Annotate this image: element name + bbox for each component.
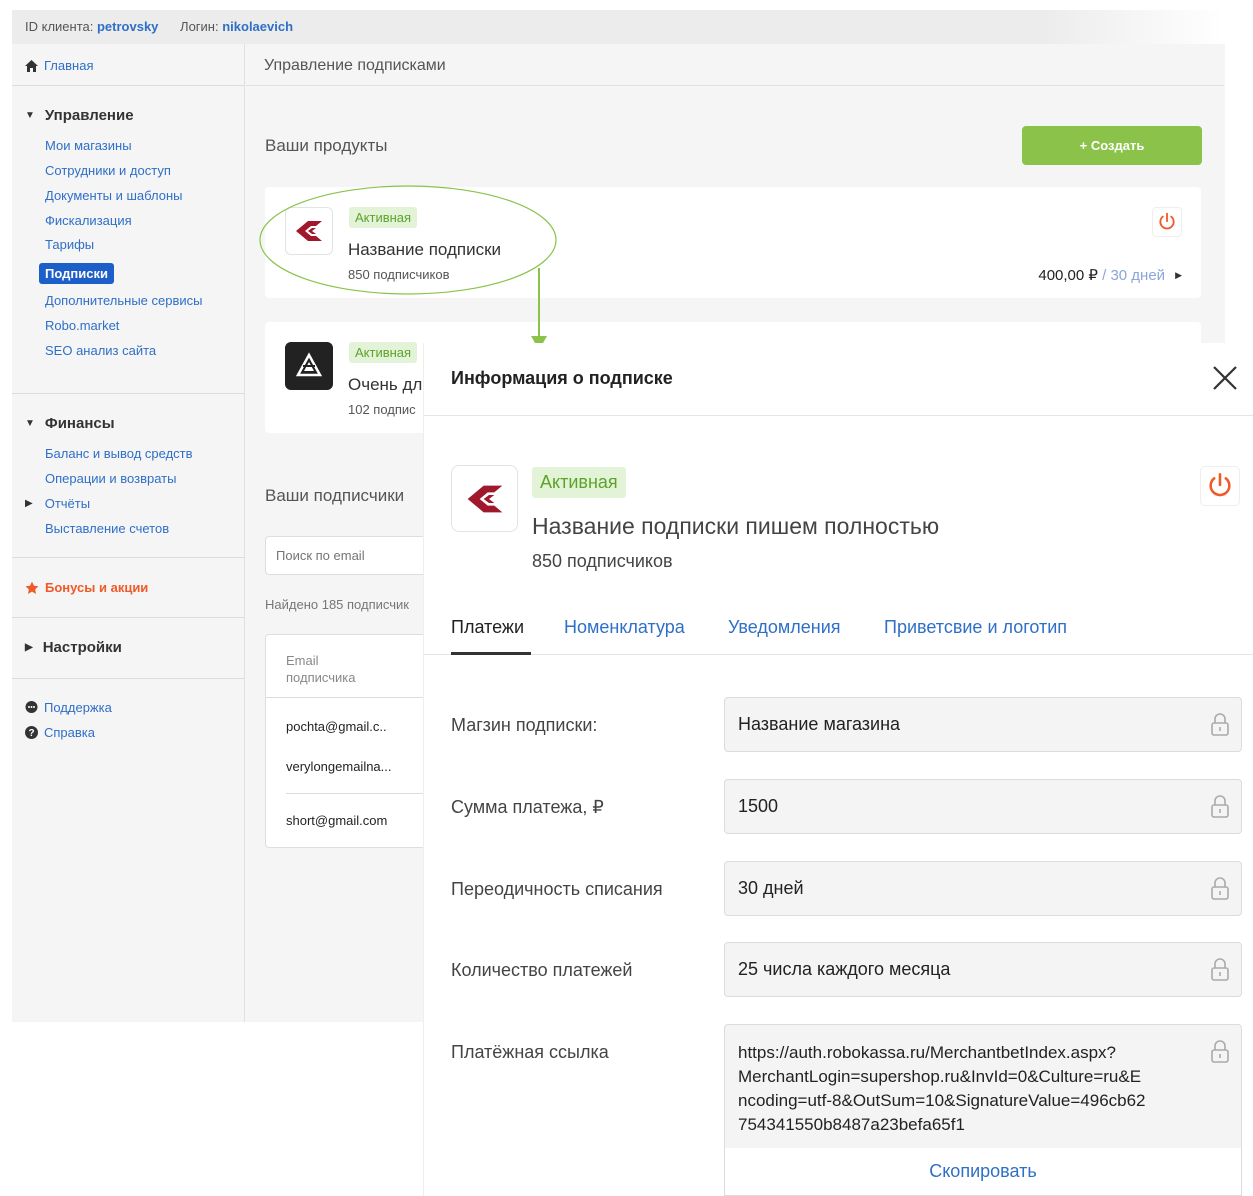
divider xyxy=(424,415,1253,416)
field-label: Сумма платежа, ₽ xyxy=(451,797,604,817)
field-label: Платёжная ссылка xyxy=(451,1042,609,1062)
close-icon[interactable] xyxy=(1211,364,1239,392)
highlight-ellipse xyxy=(259,185,557,295)
power-icon xyxy=(1209,473,1231,497)
field-value: 1500 xyxy=(738,796,779,816)
power-button[interactable] xyxy=(1200,466,1240,506)
lock-icon xyxy=(1211,795,1229,818)
tab-greeting-logo[interactable]: Приветсвие и логотип xyxy=(884,617,1067,638)
tab-payments[interactable]: Платежи xyxy=(451,617,524,638)
divider xyxy=(424,654,1253,655)
link-line: ncoding=utf-8&OutSum=10&SignatureValue=4… xyxy=(738,1091,1146,1110)
active-tab-indicator xyxy=(451,652,531,655)
field-value: 30 дней xyxy=(738,878,804,898)
panel-title: Информация о подписке xyxy=(451,368,673,388)
product-logo xyxy=(451,465,518,532)
period-field[interactable]: 30 дней xyxy=(724,861,1242,916)
subscription-info-panel: Информация о подписке Активная Название … xyxy=(423,343,1253,1196)
field-label: Количество платежей xyxy=(451,960,633,980)
field-label: Переодичность списания xyxy=(451,879,663,899)
link-line: 754341550b8487a23befa65f1 xyxy=(738,1115,965,1134)
field-value: 25 числа каждого месяца xyxy=(738,959,951,979)
subscription-name: Название подписки пишем полностью xyxy=(532,513,940,539)
shop-field[interactable]: Название магазина xyxy=(724,697,1242,752)
status-badge: Активная xyxy=(532,467,626,498)
lock-icon xyxy=(1211,1040,1229,1063)
lock-icon xyxy=(1211,713,1229,736)
field-label: Магзин подписки: xyxy=(451,715,598,735)
subscriber-count: 850 подписчиков xyxy=(532,551,673,571)
payment-link-field[interactable]: https://auth.robokassa.ru/MerchantbetInd… xyxy=(724,1024,1242,1149)
copy-button[interactable]: Скопировать xyxy=(724,1148,1242,1196)
tab-nomenclature[interactable]: Номенклатура xyxy=(564,617,685,638)
link-line: MerchantLogin=supershop.ru&InvId=0&Cultu… xyxy=(738,1067,1142,1086)
lock-icon xyxy=(1211,958,1229,981)
link-line: https://auth.robokassa.ru/MerchantbetInd… xyxy=(738,1043,1117,1062)
tab-notifications[interactable]: Уведомления xyxy=(728,617,841,638)
lock-icon xyxy=(1211,877,1229,900)
amount-field[interactable]: 1500 xyxy=(724,779,1242,834)
payments-count-field[interactable]: 25 числа каждого месяца xyxy=(724,942,1242,997)
field-value: Название магазина xyxy=(738,714,901,734)
robokassa-logo-icon xyxy=(467,485,502,512)
